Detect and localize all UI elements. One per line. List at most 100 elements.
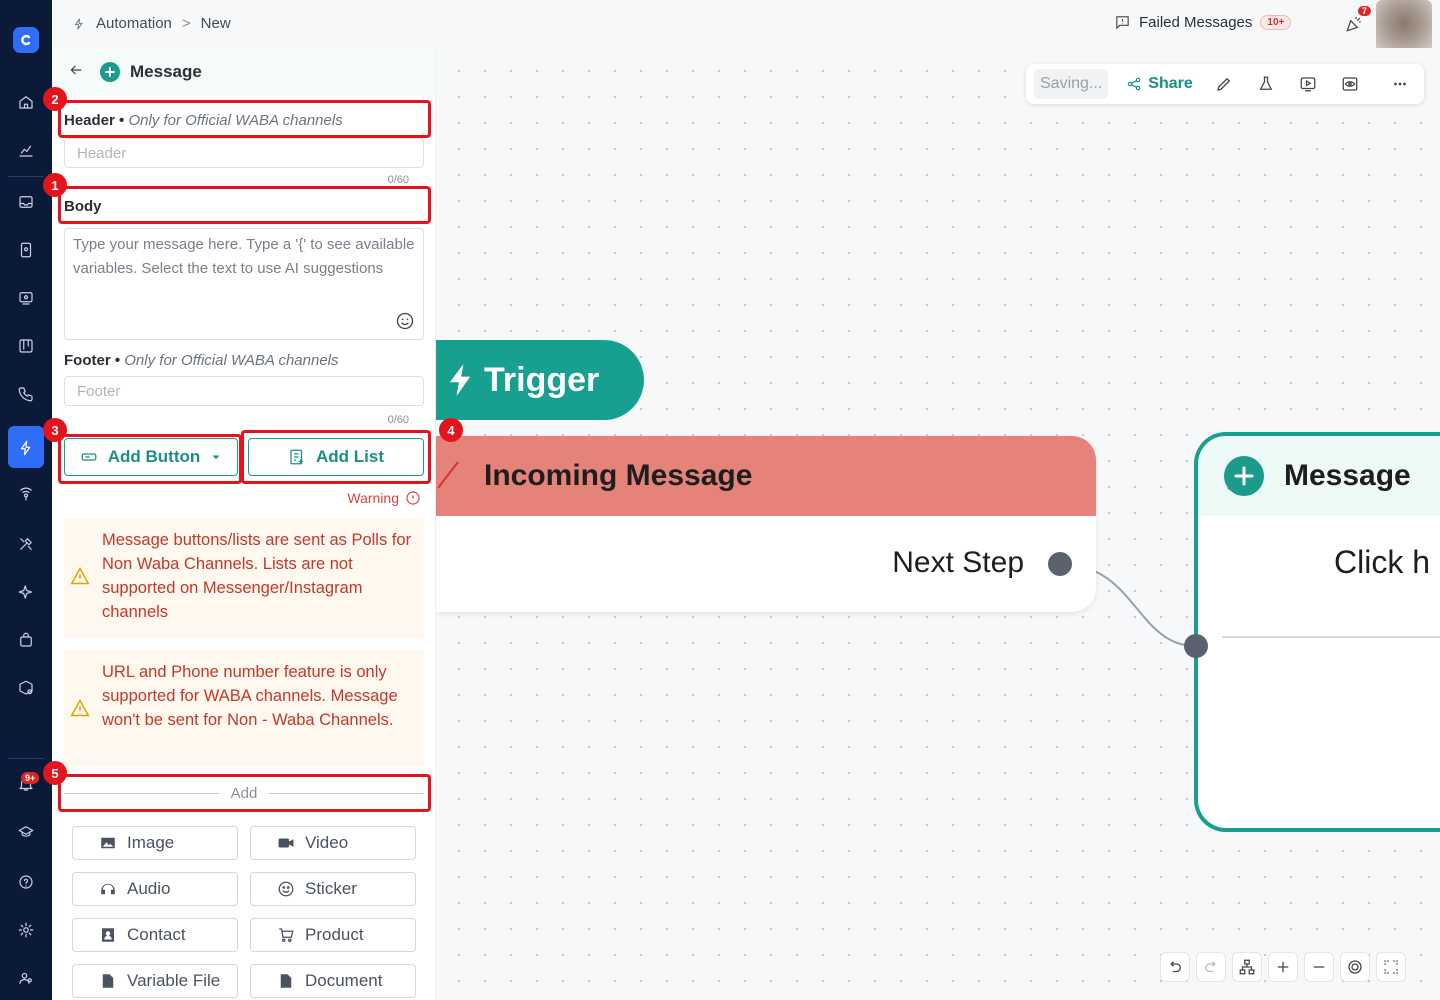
view-eye-icon[interactable] bbox=[1339, 73, 1361, 95]
add-image-button[interactable]: Image bbox=[72, 826, 238, 860]
zoom-out-icon[interactable] bbox=[1304, 952, 1334, 982]
auto-layout-icon[interactable] bbox=[1232, 952, 1262, 982]
zoom-in-icon[interactable] bbox=[1268, 952, 1298, 982]
more-options-icon[interactable] bbox=[1389, 73, 1411, 95]
annotation-marker-1: 1 bbox=[43, 173, 67, 197]
add-contact-button[interactable]: Contact bbox=[72, 918, 238, 952]
fullscreen-icon[interactable] bbox=[1376, 952, 1406, 982]
warning-label: Warning bbox=[347, 490, 399, 506]
button-icon bbox=[81, 453, 97, 461]
body-textarea[interactable]: Type your message here. Type a '{' to se… bbox=[64, 228, 424, 340]
flow-canvas[interactable]: Saving... Share Trigger Incoming Message… bbox=[436, 48, 1440, 1000]
avatar[interactable] bbox=[1376, 0, 1432, 52]
announcements-button[interactable]: 7 bbox=[1344, 6, 1372, 34]
redo-icon[interactable] bbox=[1196, 952, 1226, 982]
contacts-icon[interactable] bbox=[14, 238, 38, 262]
add-document-button[interactable]: Document bbox=[250, 964, 416, 998]
footer-placeholder: Footer bbox=[77, 382, 121, 400]
test-flask-icon[interactable] bbox=[1255, 73, 1277, 95]
incoming-message-title: Incoming Message bbox=[484, 459, 753, 492]
broadcast-icon[interactable] bbox=[14, 286, 38, 310]
party-popper-icon bbox=[1346, 17, 1361, 32]
failed-messages-button[interactable]: Failed Messages 10+ bbox=[1114, 14, 1292, 31]
list-icon bbox=[290, 449, 303, 465]
phone-icon[interactable] bbox=[14, 382, 38, 406]
warning-message-polls: Message buttons/lists are sent as Polls … bbox=[64, 518, 424, 638]
share-icon bbox=[1127, 77, 1141, 91]
document-icon bbox=[280, 974, 292, 988]
saving-status: Saving... bbox=[1034, 69, 1109, 99]
panel-title: Message bbox=[100, 62, 202, 82]
settings-cube-icon[interactable] bbox=[14, 676, 38, 700]
add-list-button[interactable]: Add List bbox=[248, 438, 424, 476]
failed-messages-count: 10+ bbox=[1260, 15, 1292, 30]
header-label: Header • Only for Official WABA channels bbox=[64, 112, 343, 129]
add-video-button[interactable]: Video bbox=[250, 826, 416, 860]
message-node-body: Click h bbox=[1334, 544, 1431, 580]
annotation-marker-2: 2 bbox=[43, 87, 67, 111]
canvas-toolbar: Saving... Share bbox=[1026, 64, 1424, 104]
panel-header: Message bbox=[52, 48, 435, 96]
header-placeholder: Header bbox=[77, 144, 127, 162]
add-variable-file-button[interactable]: Variable File bbox=[72, 964, 238, 998]
fit-view-icon[interactable] bbox=[1340, 952, 1370, 982]
footer-label: Footer • Only for Official WABA channels bbox=[64, 352, 339, 369]
add-product-button[interactable]: Product bbox=[250, 918, 416, 952]
board-icon[interactable] bbox=[14, 334, 38, 358]
message-add-icon bbox=[1224, 456, 1264, 496]
breadcrumb-root[interactable]: Automation bbox=[96, 15, 172, 32]
tools-icon[interactable] bbox=[14, 532, 38, 556]
incoming-message-node[interactable]: Incoming Message Next Step bbox=[436, 436, 1096, 612]
failed-messages-label: Failed Messages bbox=[1139, 14, 1253, 31]
ai-sparkle-icon[interactable] bbox=[14, 580, 38, 604]
add-sticker-button[interactable]: Sticker bbox=[250, 872, 416, 906]
signal-icon[interactable] bbox=[14, 482, 38, 506]
input-port[interactable] bbox=[1184, 634, 1208, 658]
message-editor-panel: Message Header • Only for Official WABA … bbox=[52, 48, 436, 1000]
app-logo[interactable] bbox=[13, 27, 39, 53]
panel-title-text: Message bbox=[130, 62, 202, 81]
message-node-divider bbox=[1222, 636, 1440, 638]
share-button[interactable]: Share bbox=[1126, 75, 1193, 93]
gear-icon[interactable] bbox=[14, 918, 38, 942]
warning-url-phone: URL and Phone number feature is only sup… bbox=[64, 650, 424, 766]
academy-icon[interactable] bbox=[14, 820, 38, 844]
trigger-label: Trigger bbox=[484, 360, 600, 399]
undo-icon[interactable] bbox=[1160, 952, 1190, 982]
preview-play-icon[interactable] bbox=[1297, 73, 1319, 95]
help-icon[interactable] bbox=[14, 870, 38, 894]
team-icon[interactable] bbox=[14, 966, 38, 990]
message-node-header: Message bbox=[1198, 436, 1440, 516]
top-bar: Automation > New Failed Messages 10+ 7 bbox=[52, 0, 1440, 52]
header-input[interactable]: Header bbox=[64, 138, 424, 168]
message-node[interactable]: Message Click h bbox=[1194, 432, 1440, 832]
warning-toggle[interactable]: Warning bbox=[347, 490, 421, 506]
edit-icon[interactable] bbox=[1213, 73, 1235, 95]
home-icon[interactable] bbox=[14, 90, 38, 114]
nav-rail: 9+ bbox=[0, 0, 52, 1000]
cart-icon bbox=[279, 928, 294, 943]
info-icon bbox=[406, 491, 420, 505]
breadcrumb-current: New bbox=[200, 15, 231, 32]
announcements-badge: 7 bbox=[1358, 6, 1372, 16]
next-step-label: Next Step bbox=[892, 546, 1024, 579]
commerce-icon[interactable] bbox=[14, 628, 38, 652]
emoji-icon[interactable] bbox=[395, 311, 415, 331]
automation-icon[interactable] bbox=[14, 436, 38, 460]
back-arrow-icon[interactable] bbox=[68, 62, 84, 83]
footer-input[interactable]: Footer bbox=[64, 376, 424, 406]
add-button-dropdown[interactable]: Add Button bbox=[64, 438, 238, 476]
lightning-icon bbox=[449, 364, 471, 396]
trigger-node-label[interactable]: Trigger bbox=[436, 340, 644, 420]
share-label: Share bbox=[1148, 75, 1193, 92]
add-audio-button[interactable]: Audio bbox=[72, 872, 238, 906]
inbox-icon[interactable] bbox=[14, 190, 38, 214]
output-port[interactable] bbox=[1048, 552, 1072, 576]
annotation-marker-5: 5 bbox=[43, 761, 67, 785]
rail-divider bbox=[8, 758, 44, 759]
body-label: Body bbox=[64, 198, 102, 215]
header-note: Only for Official WABA channels bbox=[128, 112, 343, 129]
warning-triangle-icon bbox=[70, 566, 90, 585]
chevron-right-icon: > bbox=[181, 15, 191, 32]
analytics-icon[interactable] bbox=[14, 138, 38, 162]
